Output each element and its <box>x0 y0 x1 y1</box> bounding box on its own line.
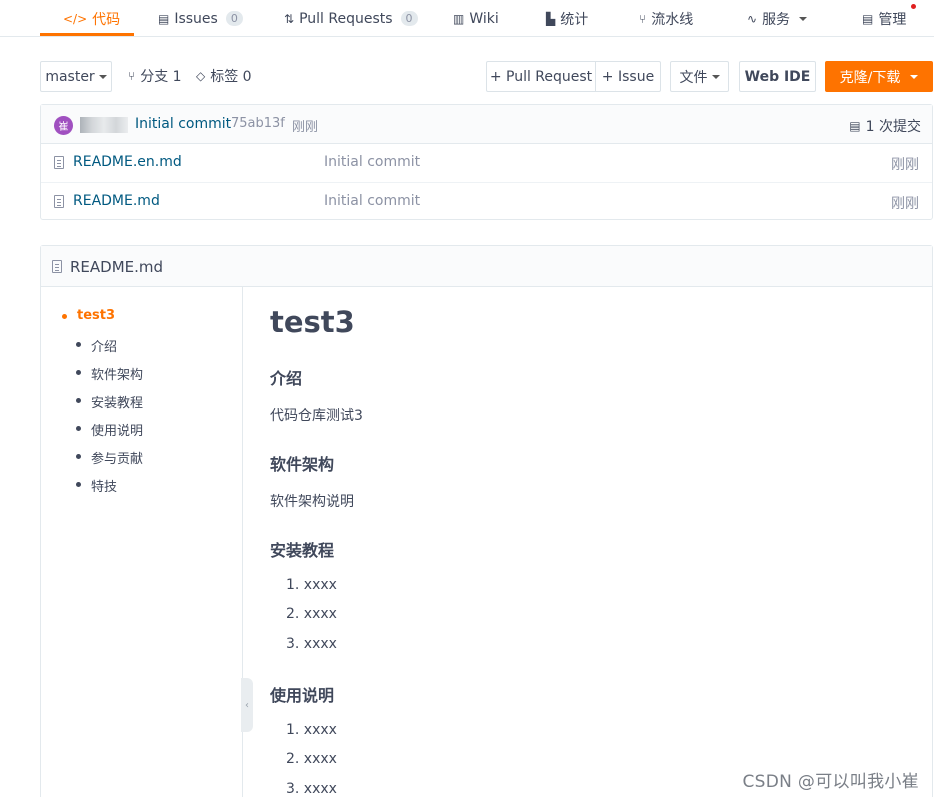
list-item: 3. xxxx <box>286 781 337 797</box>
commit-message[interactable]: Initial commit <box>135 116 231 132</box>
branch-icon: ⑂ <box>128 69 136 83</box>
commit-count-link[interactable]: ▤ 1 次提交 <box>849 116 921 136</box>
readme-toc: test3 介绍 软件架构 安装教程 使用说明 参与贡献 特技 <box>41 287 243 797</box>
chevron-down-icon <box>98 74 107 79</box>
file-icon <box>52 260 62 273</box>
readme-header: README.md <box>41 246 932 287</box>
toc-item[interactable]: 参与贡献 <box>76 448 143 467</box>
section-heading: 介绍 <box>270 369 303 388</box>
watermark: CSDN @可以叫我小崔 <box>742 772 919 792</box>
toc-item[interactable]: 软件架构 <box>76 364 143 383</box>
file-icon <box>54 195 64 208</box>
code-icon: </> <box>63 11 88 26</box>
file-time: 刚刚 <box>891 196 919 212</box>
pulse-icon: ∿ <box>747 11 758 26</box>
list-item: 3. xxxx <box>286 636 337 652</box>
tab-pipeline[interactable]: ⑂ 流水线 <box>639 0 693 37</box>
section-heading: 使用说明 <box>270 686 335 705</box>
readme-content: test3 介绍 代码仓库测试3 软件架构 软件架构说明 安装教程 1. xxx… <box>270 287 920 797</box>
latest-commit: 崔 Initial commit 75ab13f 刚刚 ▤ 1 次提交 <box>41 105 932 144</box>
list-item: 2. xxxx <box>286 606 337 622</box>
file-commit-message[interactable]: Initial commit <box>324 154 420 170</box>
file-commit-message[interactable]: Initial commit <box>324 193 420 209</box>
issues-icon: ▤ <box>158 11 170 26</box>
wiki-icon: ▥ <box>453 11 465 26</box>
readme-panel: README.md test3 介绍 软件架构 安装教程 使用说明 参与贡献 特… <box>40 245 933 797</box>
toc-item[interactable]: 特技 <box>76 476 117 495</box>
chevron-down-icon <box>799 16 808 21</box>
section-heading: 安装教程 <box>270 541 335 560</box>
tab-stats[interactable]: ▙ 统计 <box>546 0 588 37</box>
issues-count: 0 <box>225 11 243 26</box>
toc-item[interactable]: 使用说明 <box>76 420 143 439</box>
readme-title: README.md <box>70 258 164 276</box>
file-name[interactable]: README.en.md <box>73 154 182 170</box>
stats-icon: ▙ <box>546 11 556 26</box>
repo-nav: </> 代码 ▤ Issues 0 ⇅ Pull Requests 0 ▥ Wi… <box>0 0 934 37</box>
branches-link[interactable]: ⑂ 分支 1 <box>128 66 182 86</box>
file-list: 崔 Initial commit 75ab13f 刚刚 ▤ 1 次提交 READ… <box>40 104 933 220</box>
new-pull-request-button[interactable]: + Pull Request <box>486 61 596 92</box>
toc-item[interactable]: 安装教程 <box>76 392 143 411</box>
file-name[interactable]: README.md <box>73 193 160 209</box>
toc-collapse-handle[interactable]: ‹ <box>241 678 253 732</box>
active-tab-indicator <box>40 33 134 36</box>
file-icon <box>54 156 64 169</box>
notification-dot <box>911 4 916 9</box>
file-time: 刚刚 <box>891 157 919 173</box>
author-name-redacted <box>80 117 128 133</box>
list-item: 1. xxxx <box>286 577 337 593</box>
tags-link[interactable]: ◇ 标签 0 <box>196 66 252 86</box>
chevron-down-icon <box>711 74 720 79</box>
paragraph: 软件架构说明 <box>270 494 354 510</box>
commit-sha[interactable]: 75ab13f <box>231 116 285 131</box>
tab-wiki[interactable]: ▥ Wiki <box>453 0 499 37</box>
paragraph: 代码仓库测试3 <box>270 408 363 424</box>
file-row[interactable]: README.en.md Initial commit 刚刚 <box>41 144 932 182</box>
toc-item[interactable]: test3 <box>62 308 115 323</box>
tab-issues[interactable]: ▤ Issues 0 <box>158 0 243 37</box>
list-item: 2. xxxx <box>286 751 337 767</box>
clone-download-button[interactable]: 克隆/下载 <box>825 61 933 92</box>
web-ide-button[interactable]: Web IDE <box>739 61 816 92</box>
list-item: 1. xxxx <box>286 722 337 738</box>
tab-services[interactable]: ∿ 服务 <box>747 0 808 37</box>
section-heading: 软件架构 <box>270 455 335 474</box>
tab-manage[interactable]: ▤ 管理 <box>862 0 906 37</box>
tab-pull-requests[interactable]: ⇅ Pull Requests 0 <box>284 0 418 37</box>
avatar[interactable]: 崔 <box>54 116 73 135</box>
readme-heading: test3 <box>270 305 355 339</box>
tag-icon: ◇ <box>196 69 206 83</box>
chevron-left-icon: ‹ <box>245 699 249 711</box>
branch-select[interactable]: master <box>40 61 112 92</box>
pull-requests-count: 0 <box>400 11 418 26</box>
manage-icon: ▤ <box>862 11 874 26</box>
file-menu-button[interactable]: 文件 <box>670 61 729 92</box>
new-issue-button[interactable]: + Issue <box>595 61 661 92</box>
pull-request-icon: ⇅ <box>284 11 295 26</box>
chevron-down-icon <box>910 74 919 79</box>
commit-log-icon: ▤ <box>849 119 861 133</box>
commit-time: 刚刚 <box>292 120 319 135</box>
pipeline-icon: ⑂ <box>639 11 647 26</box>
tab-code[interactable]: </> 代码 <box>63 0 120 37</box>
file-row[interactable]: README.md Initial commit 刚刚 <box>41 182 932 220</box>
toc-item[interactable]: 介绍 <box>76 336 117 355</box>
